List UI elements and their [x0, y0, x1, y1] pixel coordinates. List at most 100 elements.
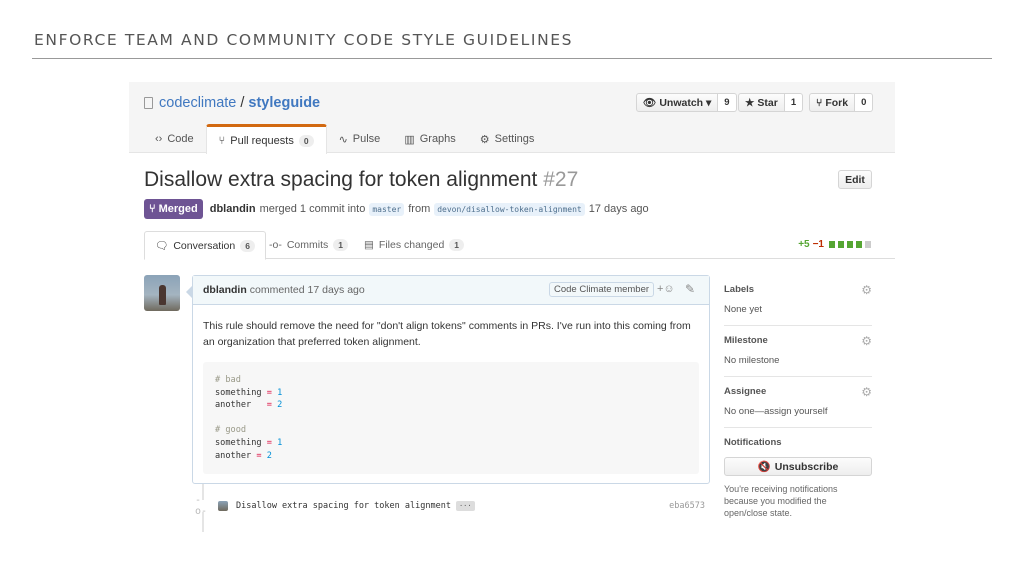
add-reaction-icon[interactable]: +☺: [657, 283, 675, 295]
eye-icon: 👁: [643, 97, 657, 109]
diffstat-block: [856, 241, 862, 248]
gear-icon[interactable]: ⚙: [861, 334, 872, 348]
comment-icon: 🗨: [155, 240, 169, 252]
merged-label: Merged: [158, 203, 198, 215]
tab-graphs-label: Graphs: [419, 133, 456, 145]
tab-pull-requests-label: Pull requests: [230, 134, 294, 147]
watchers-count[interactable]: 9: [718, 93, 737, 112]
repo-title: codeclimate / styleguide: [144, 95, 320, 111]
pulse-icon: ∿: [338, 133, 348, 146]
diffstat-block: [847, 241, 853, 248]
milestone-value: No milestone: [724, 355, 780, 366]
star-action: ★ Star 1: [738, 93, 804, 112]
tab-settings[interactable]: ⚙ Settings: [468, 124, 547, 154]
labels-heading: Labels: [724, 284, 755, 295]
commit-sha-link[interactable]: eba6573: [669, 501, 705, 511]
watch-action: 👁 Unwatch ▾ 9: [636, 93, 737, 112]
slide-title: ENFORCE TEAM AND COMMUNITY CODE STYLE GU…: [34, 31, 574, 49]
gear-icon[interactable]: ⚙: [861, 385, 872, 399]
gear-icon: ⚙: [479, 133, 490, 146]
comment-header: dblandin commented 17 days ago Code Clim…: [193, 276, 709, 305]
tab-commits-label: Commits: [286, 239, 329, 251]
forks-count[interactable]: 0: [855, 93, 874, 112]
merge-icon: ⑂: [149, 203, 156, 215]
assignee-value[interactable]: No one—assign yourself: [724, 406, 872, 417]
tab-files-changed-label: Files changed: [378, 239, 445, 251]
commits-count: 1: [333, 239, 348, 251]
expand-commit-button[interactable]: ···: [455, 501, 475, 511]
fork-action: ⑂ Fork 0: [809, 93, 874, 112]
code-comment: # bad: [215, 375, 241, 385]
notifications-reason: You're receiving notifications because y…: [724, 484, 838, 518]
repo-header: codeclimate / styleguide 👁 Unwatch ▾ 9 ★…: [129, 82, 895, 154]
diffstat: +5 −1: [798, 239, 871, 250]
comment-author-link[interactable]: dblandin: [203, 284, 247, 296]
code-number: 1: [277, 387, 283, 398]
head-branch[interactable]: devon/disallow-token-alignment: [434, 202, 585, 216]
tab-graphs[interactable]: ▥ Graphs: [392, 124, 467, 154]
merge-text: merged 1 commit into: [259, 203, 366, 215]
merged-state-badge: ⑂ Merged: [144, 199, 203, 219]
code-var: something: [215, 387, 262, 398]
graph-icon: ▥: [404, 133, 415, 146]
unsubscribe-label: Unsubscribe: [774, 460, 839, 473]
tab-pull-requests[interactable]: ⑂ Pull requests 0: [205, 124, 327, 154]
slide-divider: [32, 58, 992, 59]
milestone-heading: Milestone: [724, 335, 768, 346]
tab-pulse[interactable]: ∿ Pulse: [327, 124, 393, 154]
repo-name-link[interactable]: styleguide: [248, 95, 320, 111]
conversation-count: 6: [240, 239, 255, 252]
tab-conversation[interactable]: 🗨 Conversation 6: [144, 231, 266, 260]
unwatch-button[interactable]: 👁 Unwatch ▾: [636, 93, 719, 112]
repo-nav-tabs: ‹› Code ⑂ Pull requests 0 ∿ Pulse ▥ Grap…: [143, 124, 546, 154]
deletions-count: −1: [812, 239, 824, 250]
discussion-sidebar: Labels None yet ⚙ Milestone No milestone…: [724, 275, 872, 529]
code-block: # bad something = 1 another = 2 # good s…: [203, 362, 699, 474]
assignee-heading: Assignee: [724, 386, 767, 397]
pr-number: #27: [543, 168, 579, 191]
fork-label: Fork: [825, 96, 849, 109]
base-branch[interactable]: master: [369, 202, 405, 216]
star-icon: ★: [745, 96, 755, 109]
avatar[interactable]: [144, 275, 180, 311]
pencil-icon[interactable]: ✎: [685, 282, 695, 296]
tab-settings-label: Settings: [494, 133, 535, 145]
tab-code[interactable]: ‹› Code: [143, 124, 206, 154]
files-changed-count: 1: [449, 239, 465, 251]
code-number: 2: [266, 450, 272, 461]
milestone-section: Milestone No milestone ⚙: [724, 326, 872, 377]
star-button[interactable]: ★ Star: [738, 93, 785, 112]
comment-action: commented 17 days ago: [249, 284, 365, 296]
tab-pulse-label: Pulse: [352, 133, 381, 145]
labels-value: None yet: [724, 304, 763, 315]
commit-author-avatar[interactable]: [218, 501, 228, 511]
member-badge: Code Climate member: [549, 282, 655, 297]
code-comment: # good: [215, 425, 247, 436]
pull-requests-count: 0: [298, 134, 314, 147]
assignee-section: Assignee No one—assign yourself ⚙: [724, 377, 872, 428]
commit-row: -o- Disallow extra spacing for token ali…: [194, 495, 705, 517]
comment-box: dblandin commented 17 days ago Code Clim…: [186, 275, 710, 484]
pr-title-text: Disallow extra spacing for token alignme…: [144, 168, 538, 191]
additions-count: +5: [798, 239, 810, 250]
fork-button[interactable]: ⑂ Fork: [809, 93, 856, 112]
file-diff-icon: ▤: [364, 239, 374, 251]
tab-commits[interactable]: -o- Commits 1: [269, 231, 348, 259]
gear-icon[interactable]: ⚙: [861, 283, 872, 297]
edit-button[interactable]: Edit: [838, 170, 872, 189]
star-label: Star: [757, 96, 778, 109]
diffstat-block: [865, 241, 871, 248]
commit-icon: -o-: [269, 239, 282, 251]
stars-count[interactable]: 1: [784, 93, 804, 112]
code-var: something: [215, 437, 262, 448]
commit-message-link[interactable]: Disallow extra spacing for token alignme…: [236, 501, 451, 511]
repo-owner-link[interactable]: codeclimate: [159, 95, 236, 111]
pr-author-link[interactable]: dblandin: [210, 203, 256, 215]
comment-text: This rule should remove the need for "do…: [203, 320, 691, 348]
fork-icon: ⑂: [816, 96, 823, 109]
merged-time: 17 days ago: [588, 203, 649, 215]
tab-files-changed[interactable]: ▤ Files changed 1: [364, 231, 465, 259]
commit-icon: -o-: [194, 495, 208, 517]
unsubscribe-button[interactable]: 🔇 Unsubscribe: [724, 457, 872, 476]
comment-body: This rule should remove the need for "do…: [193, 305, 709, 474]
